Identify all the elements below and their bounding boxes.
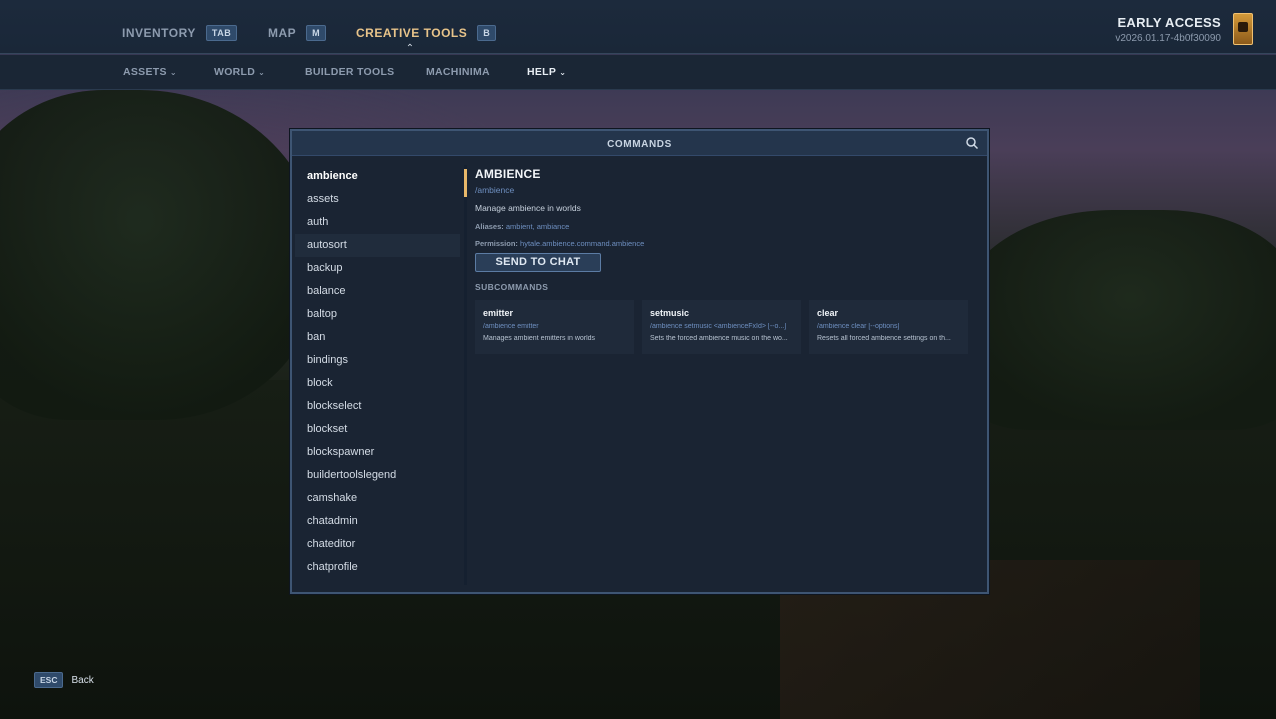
command-list-item[interactable]: block: [295, 372, 460, 395]
command-list-item[interactable]: ambience: [295, 165, 460, 188]
command-list-item[interactable]: chateditor: [295, 533, 460, 556]
permission-label: Permission:: [475, 239, 518, 248]
subcommand-name: clear: [817, 308, 839, 318]
subcommand-name: emitter: [483, 308, 514, 318]
command-list-item[interactable]: ban: [295, 326, 460, 349]
command-aliases: Aliases: ambient, ambiance: [475, 222, 975, 231]
send-to-chat-button[interactable]: SEND TO CHAT: [475, 253, 601, 272]
command-list-item[interactable]: bindings: [295, 349, 460, 372]
commands-panel: COMMANDS ambience assets auth autosort b…: [290, 129, 989, 594]
command-syntax: /ambience: [475, 185, 515, 195]
subcommand-usage: /ambience setmusic <ambienceFxId> [--o..…: [650, 323, 787, 330]
list-scrollbar[interactable]: [464, 165, 467, 585]
subcommands-heading: SUBCOMMANDS: [475, 282, 549, 292]
back-label: Back: [71, 674, 94, 686]
subcommand-usage: /ambience clear [--options]: [817, 323, 900, 330]
command-list-item[interactable]: blockselect: [295, 395, 460, 418]
active-tab-indicator-icon: ⌃: [405, 43, 415, 54]
tab-map-hotkey: M: [306, 25, 327, 41]
command-list: ambience assets auth autosort backup bal…: [295, 165, 460, 585]
subnav-machinima-label: MACHINIMA: [426, 66, 490, 78]
tab-creative-tools-label: CREATIVE TOOLS: [356, 26, 468, 40]
panel-header: COMMANDS: [292, 131, 987, 156]
command-detail: AMBIENCE /ambience Manage ambience in wo…: [475, 167, 975, 354]
subnav-builder-tools[interactable]: BUILDER TOOLS: [305, 66, 394, 78]
subcommand-name: setmusic: [650, 308, 690, 318]
subnav-assets-label: ASSETS: [123, 66, 167, 78]
subcommand-card[interactable]: clear /ambience clear [--options] Resets…: [809, 300, 968, 354]
tab-inventory[interactable]: INVENTORY TAB: [122, 25, 238, 41]
command-list-item[interactable]: balance: [295, 280, 460, 303]
tab-creative-tools-hotkey: B: [477, 25, 497, 41]
command-title: AMBIENCE: [475, 167, 541, 181]
command-permission: Permission: hytale.ambience.command.ambi…: [475, 239, 975, 248]
back-button[interactable]: ESC Back: [34, 672, 94, 688]
subnav-world-label: WORLD: [214, 66, 256, 78]
subcommand-card[interactable]: setmusic /ambience setmusic <ambienceFxI…: [642, 300, 801, 354]
background-tree-left: [0, 90, 320, 420]
command-list-item[interactable]: chatadmin: [295, 510, 460, 533]
command-list-item[interactable]: auth: [295, 211, 460, 234]
command-list-item[interactable]: chatprofile: [295, 556, 460, 579]
command-list-item[interactable]: assets: [295, 188, 460, 211]
subcommand-card[interactable]: emitter /ambience emitter Manages ambien…: [475, 300, 634, 354]
subcommand-usage: /ambience emitter: [483, 323, 539, 330]
tab-inventory-hotkey: TAB: [205, 25, 238, 41]
esc-key-badge: ESC: [34, 672, 64, 688]
subnav-help[interactable]: HELP ⌄: [527, 66, 566, 78]
tab-inventory-label: INVENTORY: [122, 26, 196, 40]
aliases-value: ambient, ambiance: [505, 222, 570, 231]
player-avatar-icon[interactable]: [1233, 13, 1253, 45]
early-access-info: EARLY ACCESS v2026.01.17-4b0f30090: [1115, 15, 1221, 44]
subnav-world[interactable]: WORLD ⌄: [214, 66, 265, 78]
command-list-item[interactable]: backup: [295, 257, 460, 280]
chevron-down-icon: ⌄: [258, 68, 266, 77]
early-access-title: EARLY ACCESS: [1117, 15, 1221, 30]
chevron-down-icon: ⌄: [559, 68, 567, 77]
subnav-help-label: HELP: [527, 66, 557, 78]
subnav-machinima[interactable]: MACHINIMA: [426, 66, 490, 78]
command-list-item[interactable]: camshake: [295, 487, 460, 510]
chevron-down-icon: ⌄: [169, 68, 177, 77]
subcommand-description: Resets all forced ambience settings on t…: [817, 335, 951, 342]
background-tree-right: [960, 210, 1276, 430]
version-text: v2026.01.17-4b0f30090: [1115, 33, 1221, 44]
top-nav-bar: INVENTORY TAB MAP M CREATIVE TOOLS B ⌃ E…: [0, 0, 1276, 54]
subnav-assets[interactable]: ASSETS ⌄: [123, 66, 177, 78]
subcommand-description: Sets the forced ambience music on the wo…: [650, 335, 788, 342]
subcommand-list: emitter /ambience emitter Manages ambien…: [475, 300, 975, 354]
command-description: Manage ambience in worlds: [475, 203, 581, 213]
search-icon[interactable]: [965, 136, 979, 150]
command-list-item[interactable]: baltop: [295, 303, 460, 326]
subcommand-description: Manages ambient emitters in worlds: [483, 335, 596, 342]
command-list-item[interactable]: buildertoolslegend: [295, 464, 460, 487]
tab-creative-tools[interactable]: CREATIVE TOOLS B: [356, 25, 497, 41]
aliases-label: Aliases:: [475, 222, 504, 231]
command-list-item[interactable]: blockset: [295, 418, 460, 441]
command-list-item[interactable]: autosort: [295, 234, 460, 257]
panel-title: COMMANDS: [607, 139, 672, 150]
selection-accent-bar: [464, 169, 467, 197]
permission-value: hytale.ambience.command.ambience: [520, 239, 645, 248]
tab-map[interactable]: MAP M: [268, 25, 327, 41]
subnav-builder-tools-label: BUILDER TOOLS: [305, 66, 395, 78]
command-list-item[interactable]: blockspawner: [295, 441, 460, 464]
tab-map-label: MAP: [268, 26, 297, 40]
sub-nav-bar: ASSETS ⌄ WORLD ⌄ BUILDER TOOLS MACHINIMA H…: [0, 55, 1276, 90]
